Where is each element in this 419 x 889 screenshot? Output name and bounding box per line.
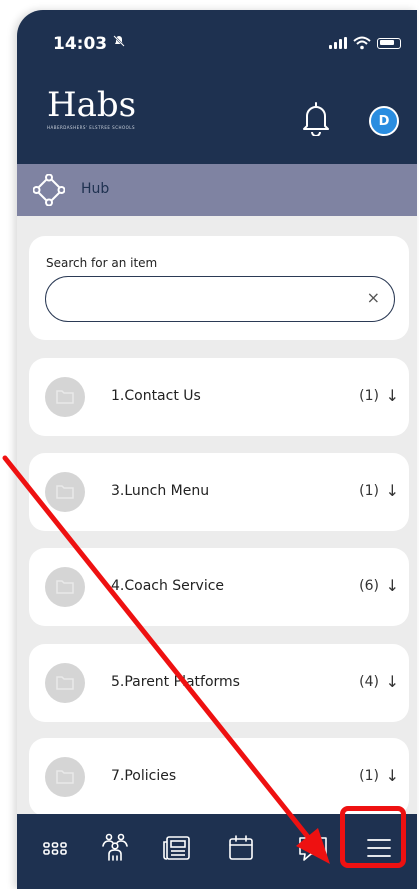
grid-icon[interactable] [37,830,73,866]
item-label: 3.Lunch Menu [111,483,210,499]
expand-arrow-icon[interactable]: ↓ [386,576,399,595]
item-label: 1.Contact Us [111,388,201,404]
annotation-highlight-box [340,806,406,868]
page-title: Hub [81,181,110,197]
status-time: 14:03 [53,34,108,54]
item-count: (4) [359,674,379,690]
hub-icon [33,174,65,206]
expand-arrow-icon[interactable]: ↓ [386,672,399,691]
status-bar: 14:03 [17,10,417,72]
news-icon[interactable] [159,830,195,866]
signal-icon [329,37,347,49]
calendar-icon[interactable] [223,830,259,866]
folder-icon [45,757,85,797]
folder-icon [45,567,85,607]
item-count: (1) [359,768,379,784]
community-icon[interactable] [97,830,133,866]
hub-content: Search for an item × 1.Contact Us (1) ↓ … [17,216,417,814]
logo-wordmark: Habs [47,85,137,125]
silent-mode-icon [112,34,126,52]
school-logo[interactable]: Habs HABERDASHERS' ELSTREE SCHOOLS [47,86,136,130]
chat-icon[interactable] [295,830,331,866]
search-field[interactable]: × [45,276,395,322]
item-count: (1) [359,483,379,499]
expand-arrow-icon[interactable]: ↓ [386,386,399,405]
list-item-coach-service[interactable]: 4.Coach Service (6) ↓ [29,548,409,626]
expand-arrow-icon[interactable]: ↓ [386,481,399,500]
list-item-contact-us[interactable]: 1.Contact Us (1) ↓ [29,358,409,436]
user-avatar[interactable]: D [369,106,399,136]
item-label: 7.Policies [111,768,177,784]
system-icons [329,36,401,50]
list-item-policies[interactable]: 7.Policies (1) ↓ [29,738,409,814]
item-label: 4.Coach Service [111,578,225,594]
clear-search-icon[interactable]: × [367,288,380,307]
folder-icon [45,377,85,417]
item-count: (6) [359,578,379,594]
phone-screen: 14:03 Habs HABERDASHERS' ELSTREE SCHOOLS [17,10,417,889]
search-label: Search for an item [46,256,158,270]
folder-icon [45,472,85,512]
app-header: Habs HABERDASHERS' ELSTREE SCHOOLS D [17,72,417,164]
battery-icon [377,37,401,49]
list-item-parent-platforms[interactable]: 5.Parent Platforms (4) ↓ [29,644,409,722]
logo-subtext: HABERDASHERS' ELSTREE SCHOOLS [47,125,136,130]
expand-arrow-icon[interactable]: ↓ [386,766,399,785]
search-input[interactable] [60,287,354,313]
folder-icon [45,663,85,703]
wifi-icon [353,36,371,50]
item-label: 5.Parent Platforms [111,674,240,690]
list-item-lunch-menu[interactable]: 3.Lunch Menu (1) ↓ [29,453,409,531]
notification-bell-icon[interactable] [301,100,331,136]
search-card: Search for an item × [29,236,409,340]
hub-subheader: Hub [17,164,417,216]
item-count: (1) [359,388,379,404]
